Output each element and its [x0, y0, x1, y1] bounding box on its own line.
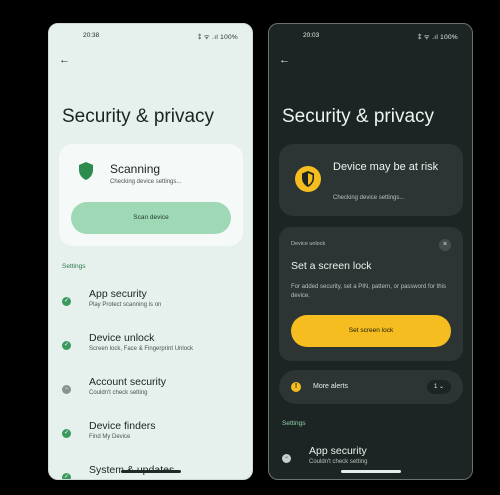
minus-icon: −	[62, 385, 71, 394]
check-icon: ✓	[62, 297, 71, 306]
list-item-account-security[interactable]: − Account security Couldn't check settin…	[62, 376, 242, 406]
page-title: Security & privacy	[282, 106, 435, 127]
shield-icon	[301, 171, 315, 187]
scan-subtitle: Checking device settings...	[110, 179, 182, 185]
dark-phone-screen: 20:03 ⁑ ᯤ .ıl 100% ← Security & privacy …	[268, 23, 473, 480]
close-icon[interactable]: ×	[439, 239, 451, 251]
risk-subtitle: Checking device settings...	[333, 195, 405, 201]
risk-title: Device may be at risk	[333, 161, 439, 173]
status-time: 20:03	[303, 32, 320, 39]
item-desc: Find My Device	[89, 434, 131, 440]
card-description: For added security, set a PIN, pattern, …	[291, 284, 446, 299]
scan-title: Scanning	[110, 162, 161, 176]
list-item-device-unlock[interactable]: ✓ Device unlock Screen lock, Face & Fing…	[62, 332, 242, 362]
list-item-app-security[interactable]: ✓ App security Play Protect scanning is …	[62, 288, 242, 318]
item-desc: Screen lock, Face & Fingerprint Unlock	[89, 346, 194, 352]
card-category-label: Device unlock	[291, 241, 326, 247]
scan-device-button[interactable]: Scan device	[71, 202, 231, 234]
light-phone-screen: 20:38 ⁑ ᯤ .ıl 100% ← Security & privacy …	[48, 23, 253, 480]
status-bar: 20:03 ⁑ ᯤ .ıl 100%	[269, 32, 472, 42]
home-indicator[interactable]	[340, 470, 401, 473]
settings-section-label: Settings	[282, 420, 306, 427]
status-indicators: ⁑ ᯤ .ıl 100%	[198, 34, 238, 41]
risk-status-card: Device may be at risk Checking device se…	[279, 144, 463, 216]
scan-status-card: Scanning Checking device settings... Sca…	[59, 144, 243, 246]
status-indicators: ⁑ ᯤ .ıl 100%	[418, 34, 458, 41]
alert-icon: !	[291, 382, 301, 392]
item-desc: Couldn't check setting	[89, 390, 148, 396]
check-icon: ✓	[62, 473, 71, 480]
item-desc: Couldn't check setting	[309, 459, 368, 465]
screen-lock-card: Device unlock × Set a screen lock For ad…	[279, 227, 463, 361]
item-name: Account security	[89, 376, 167, 388]
alerts-count-dropdown[interactable]: 1 ⌄	[427, 380, 451, 394]
status-bar: 20:38 ⁑ ᯤ .ıl 100%	[49, 32, 252, 42]
item-name: Device finders	[89, 420, 156, 432]
item-name: Device unlock	[89, 332, 155, 344]
card-title: Set a screen lock	[291, 260, 372, 272]
more-alerts-label: More alerts	[313, 383, 349, 390]
minus-icon: −	[282, 454, 291, 463]
back-arrow-icon[interactable]: ←	[279, 54, 293, 66]
item-name: App security	[309, 445, 367, 457]
check-icon: ✓	[62, 341, 71, 350]
list-item-device-finders[interactable]: ✓ Device finders Find My Device	[62, 420, 242, 450]
status-time: 20:38	[83, 32, 100, 39]
set-screen-lock-button[interactable]: Set screen lock	[291, 315, 451, 347]
back-arrow-icon[interactable]: ←	[59, 54, 73, 66]
check-icon: ✓	[62, 429, 71, 438]
shield-icon	[79, 162, 93, 180]
settings-section-label: Settings	[62, 263, 86, 270]
item-name: App security	[89, 288, 147, 300]
item-desc: Play Protect scanning is on	[89, 302, 162, 308]
page-title: Security & privacy	[62, 106, 215, 127]
more-alerts-row[interactable]: ! More alerts 1 ⌄	[279, 370, 463, 404]
home-indicator[interactable]	[120, 470, 181, 473]
